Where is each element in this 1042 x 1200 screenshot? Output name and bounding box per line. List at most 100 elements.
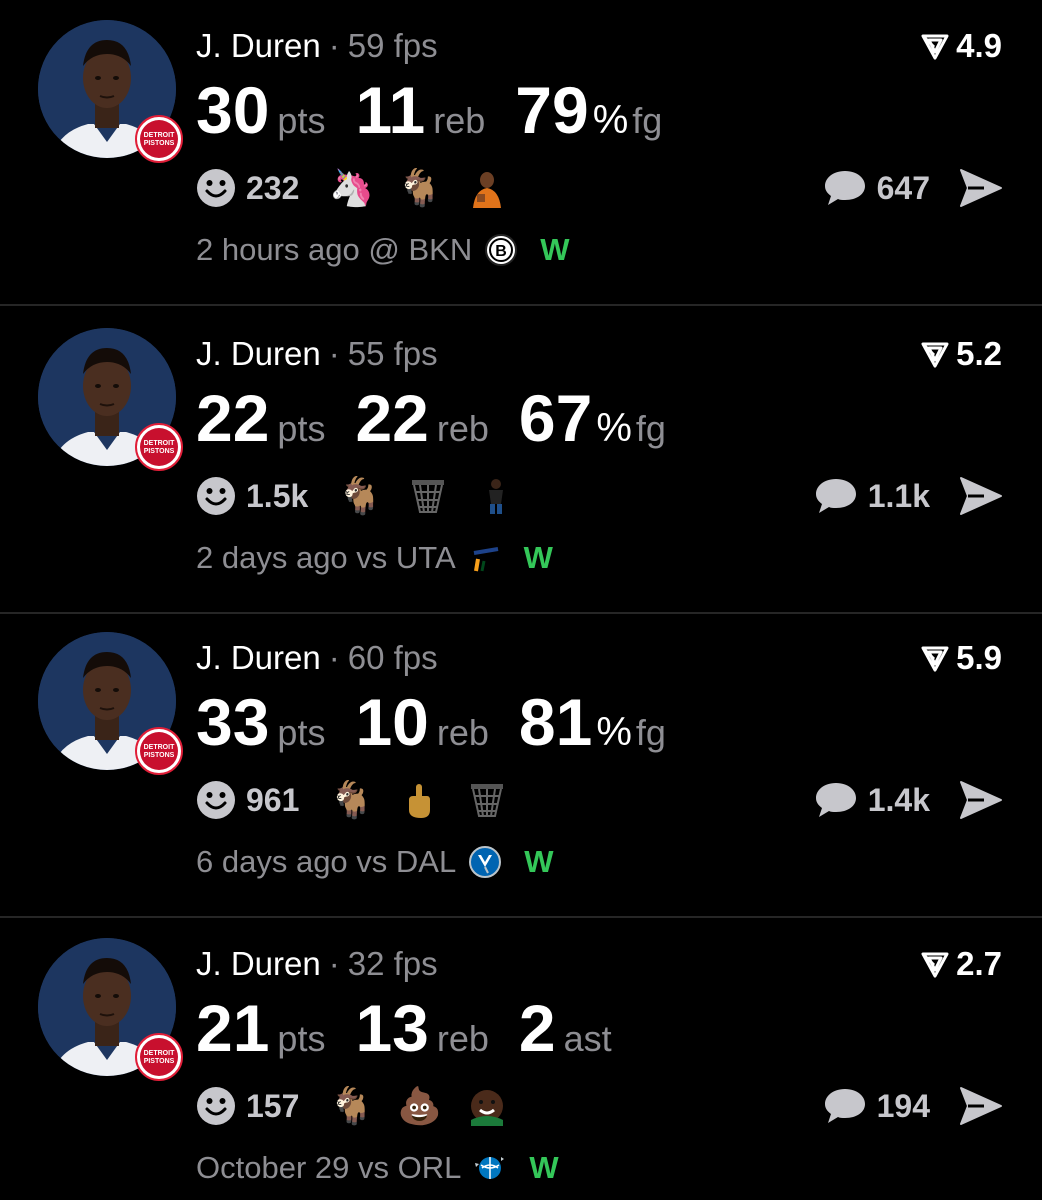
post-divider <box>0 304 1042 306</box>
points-unit: pts <box>277 408 326 449</box>
game-post-card[interactable]: DETROIT PISTONS J. Duren · 55 fps 5.2 22 p… <box>0 308 1042 614</box>
unicorn-emoji-icon[interactable]: 🦄 <box>329 166 374 210</box>
rating-value: 5.2 <box>956 335 1002 372</box>
comment-count: 1.1k <box>867 477 930 514</box>
reaction-bar[interactable]: 157 🐐 💩 <box>196 1082 533 1130</box>
game-post-card[interactable]: DETROIT PISTONS J. Duren · 59 fps 4.9 30 p… <box>0 0 1042 306</box>
svg-text:PISTONS: PISTONS <box>144 752 175 759</box>
opponent-abbr: BKN <box>408 232 473 267</box>
comment-button[interactable]: 647 <box>823 164 930 212</box>
laughing-face-gif-emoji-icon[interactable] <box>465 1084 509 1128</box>
fantasy-points: 59 fps <box>347 27 438 64</box>
share-send-icon[interactable] <box>958 166 1004 210</box>
rebounds-value: 10 <box>355 685 429 759</box>
game-feed: DETROIT PISTONS J. Duren · 59 fps 4.9 30 p… <box>0 0 1042 1200</box>
separator-dot: · <box>328 945 340 982</box>
middle-finger-emoji-icon[interactable] <box>397 778 441 822</box>
fg-percent-value: 79 <box>515 73 589 147</box>
rating-arrow-icon <box>921 34 949 60</box>
opponent-abbr: DAL <box>395 844 457 879</box>
reaction-bar[interactable]: 232 🦄 🐐 <box>196 164 533 212</box>
location-preposition: vs <box>356 540 388 575</box>
game-info[interactable]: October 29 vs ORL W <box>196 1148 559 1188</box>
location-preposition: vs <box>356 844 388 879</box>
mavericks-logo-icon <box>469 846 502 878</box>
goat-emoji-icon[interactable]: 🐐 <box>397 166 442 210</box>
rating-arrow-icon <box>921 952 949 978</box>
smiley-reaction-icon[interactable] <box>196 168 236 208</box>
percent-sign: % <box>592 98 629 142</box>
fantasy-points: 32 fps <box>347 945 438 982</box>
opponent-abbr: ORL <box>397 1150 462 1185</box>
share-send-icon[interactable] <box>958 1084 1004 1128</box>
rebounds-value: 13 <box>355 991 429 1065</box>
rating-badge[interactable]: 5.2 <box>920 334 1002 374</box>
points-value: 30 <box>196 73 270 147</box>
player-name[interactable]: J. Duren <box>196 335 321 372</box>
location-preposition: @ <box>368 232 400 267</box>
smiley-reaction-icon[interactable] <box>196 780 236 820</box>
rebounds-unit: reb <box>436 1018 489 1059</box>
time-ago: October 29 <box>196 1150 350 1185</box>
goat-emoji-icon[interactable]: 🐐 <box>338 474 383 518</box>
comment-button[interactable]: 1.4k <box>814 776 930 824</box>
post-header: J. Duren · 32 fps <box>196 944 438 984</box>
rating-badge[interactable]: 5.9 <box>920 638 1002 678</box>
points-unit: pts <box>277 712 326 753</box>
pistons-logo-icon: DETROIT PISTONS <box>135 727 183 775</box>
goat-emoji-icon[interactable]: 🐐 <box>329 1084 374 1128</box>
game-info[interactable]: 2 hours ago @ BKN B W <box>196 230 569 270</box>
basketball-net-emoji-icon[interactable] <box>406 474 450 518</box>
smiley-reaction-icon[interactable] <box>196 1086 236 1126</box>
rebounds-value: 11 <box>355 73 426 147</box>
game-result: W <box>540 232 570 267</box>
stat-line: 30 pts 11 reb 79 % fg <box>196 74 692 146</box>
rating-badge[interactable]: 2.7 <box>920 944 1002 984</box>
player-name[interactable]: J. Duren <box>196 639 321 676</box>
reaction-count: 1.5k <box>246 477 309 514</box>
rebounds-unit: reb <box>433 100 486 141</box>
game-result: W <box>529 1150 559 1185</box>
comment-button[interactable]: 1.1k <box>814 472 930 520</box>
game-info[interactable]: 2 days ago vs UTA W <box>196 538 553 578</box>
share-send-icon[interactable] <box>958 778 1004 822</box>
fg-unit: fg <box>632 100 663 141</box>
comment-bubble-icon <box>824 171 865 205</box>
svg-text:DETROIT: DETROIT <box>144 132 175 139</box>
reaction-bar[interactable]: 961 🐐 <box>196 776 533 824</box>
player-name[interactable]: J. Duren <box>196 945 321 982</box>
svg-text:PISTONS: PISTONS <box>144 1058 175 1065</box>
pistons-logo-icon: DETROIT PISTONS <box>135 1033 183 1081</box>
person-standing-emoji-icon[interactable] <box>474 474 518 518</box>
drake-gif-emoji-icon[interactable] <box>465 166 509 210</box>
fg-unit: fg <box>635 712 666 753</box>
poop-emoji-icon[interactable]: 💩 <box>397 1084 442 1128</box>
game-post-card[interactable]: DETROIT PISTONS J. Duren · 60 fps 5.9 33 p… <box>0 612 1042 918</box>
comment-bubble-icon <box>815 479 856 513</box>
basketball-net-emoji-icon[interactable] <box>465 778 509 822</box>
stat-line: 21 pts 13 reb 2 ast <box>196 992 642 1064</box>
fg-percent-value: 81 <box>518 685 593 759</box>
game-info[interactable]: 6 days ago vs DAL W <box>196 842 554 882</box>
share-send-icon[interactable] <box>958 474 1004 518</box>
separator-dot: · <box>328 639 340 676</box>
points-value: 22 <box>196 381 270 455</box>
smiley-reaction-icon[interactable] <box>196 476 236 516</box>
opponent-abbr: UTA <box>395 540 456 575</box>
goat-emoji-icon[interactable]: 🐐 <box>329 778 374 822</box>
post-header: J. Duren · 60 fps <box>196 638 438 678</box>
rebounds-unit: reb <box>436 712 489 753</box>
reaction-bar[interactable]: 1.5k 🐐 <box>196 472 542 520</box>
separator-dot: · <box>328 335 340 372</box>
reaction-count: 961 <box>246 781 300 818</box>
comment-bubble-icon <box>815 783 856 817</box>
rating-arrow-icon <box>921 342 949 368</box>
separator-dot: · <box>328 27 340 64</box>
rating-badge[interactable]: 4.9 <box>920 26 1002 66</box>
comment-button[interactable]: 194 <box>823 1082 930 1130</box>
game-post-card[interactable]: DETROIT PISTONS J. Duren · 32 fps 2.7 21 p… <box>0 918 1042 1200</box>
player-name[interactable]: J. Duren <box>196 27 321 64</box>
percent-sign: % <box>596 406 632 450</box>
fantasy-points: 60 fps <box>347 639 438 676</box>
pistons-logo-icon: DETROIT PISTONS <box>135 115 183 163</box>
